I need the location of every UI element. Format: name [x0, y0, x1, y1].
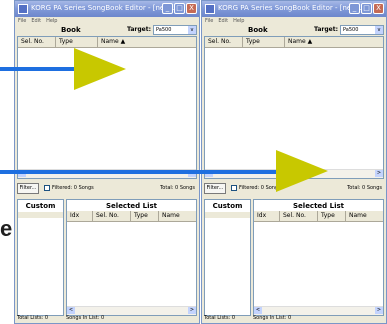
selected-list-title: Selected List	[106, 202, 157, 210]
sort-ascending-icon: ▲	[307, 38, 313, 45]
window-title: KORG PA Series SongBook Editor - [new ..…	[218, 4, 366, 12]
custom-title: Custom	[212, 202, 243, 210]
chevron-down-icon[interactable]: v	[375, 26, 383, 34]
maximize-button[interactable]: □	[174, 3, 185, 14]
filter-button[interactable]: Filter...	[204, 183, 226, 194]
title-bar[interactable]: KORG PA Series SongBook Editor - [new ..…	[15, 1, 199, 17]
total-label: Total: 0 Songs	[160, 185, 195, 191]
column-sel-no[interactable]: Sel. No.	[93, 211, 131, 221]
custom-panel[interactable]: Custom	[17, 199, 64, 316]
songs-in-list-label: Songs In List: 0	[66, 315, 105, 321]
column-idx[interactable]: Idx	[67, 211, 93, 221]
target-label: Target:	[127, 26, 151, 33]
scroll-right-icon[interactable]: >	[375, 307, 383, 314]
title-bar[interactable]: KORG PA Series SongBook Editor - [new ..…	[202, 1, 386, 17]
column-type[interactable]: Type	[131, 211, 159, 221]
selected-list-header: Idx Sel. No. Type Name	[254, 211, 383, 222]
column-sel-no[interactable]: Sel. No.	[18, 37, 56, 47]
window-title: KORG PA Series SongBook Editor - [new ..…	[31, 4, 179, 12]
menu-file[interactable]: File	[18, 17, 26, 26]
close-button[interactable]: X	[186, 3, 197, 14]
column-name[interactable]: Name ▲	[285, 37, 383, 47]
column-name-label: Name	[288, 38, 306, 45]
target-value: Pa500	[343, 27, 359, 33]
target-value: Pa500	[156, 27, 172, 33]
horizontal-scrollbar[interactable]: < >	[254, 306, 383, 315]
column-sel-no[interactable]: Sel. No.	[205, 37, 243, 47]
target-label: Target:	[314, 26, 338, 33]
horizontal-scrollbar[interactable]: < >	[67, 306, 196, 315]
filter-row: Filter... Filtered: 0 Songs Total: 0 Son…	[17, 183, 197, 195]
minimize-button[interactable]: _	[162, 3, 173, 14]
maximize-button[interactable]: □	[361, 3, 372, 14]
scroll-right-icon[interactable]: >	[188, 307, 196, 314]
annotation-arrow-head-bottom	[276, 150, 328, 192]
app-icon	[18, 4, 28, 14]
menu-help[interactable]: Help	[233, 17, 244, 26]
total-lists-label: Total Lists: 0	[17, 315, 49, 321]
book-label: Book	[61, 26, 81, 34]
scroll-left-icon[interactable]: <	[67, 307, 75, 314]
column-name-label: Name	[101, 38, 119, 45]
song-grid-header: Sel. No. Type Name ▲	[18, 37, 196, 48]
column-type[interactable]: Type	[318, 211, 346, 221]
annotation-arrow-shaft-top	[0, 67, 78, 71]
status-bar: Total Lists: 0 Songs In List: 0	[204, 315, 384, 322]
filtered-checkbox[interactable]	[231, 185, 237, 191]
custom-header-bar	[205, 212, 250, 218]
scroll-left-icon[interactable]: <	[254, 307, 262, 314]
status-bar: Total Lists: 0 Songs In List: 0	[17, 315, 197, 322]
chevron-down-icon[interactable]: v	[188, 26, 196, 34]
filtered-label: Filtered: 0 Songs	[52, 185, 94, 191]
custom-title: Custom	[25, 202, 56, 210]
songs-in-list-label: Songs In List: 0	[253, 315, 292, 321]
selected-list-title: Selected List	[293, 202, 344, 210]
column-type[interactable]: Type	[243, 37, 285, 47]
menu-edit[interactable]: Edit	[31, 17, 41, 26]
selected-list-panel[interactable]: Selected List Idx Sel. No. Type Name < >	[253, 199, 384, 316]
total-label: Total: 0 Songs	[347, 185, 382, 191]
custom-header-bar	[18, 212, 63, 218]
menu-edit[interactable]: Edit	[218, 17, 228, 26]
book-label: Book	[248, 26, 268, 34]
column-type[interactable]: Type	[56, 37, 98, 47]
side-letter: e	[0, 216, 13, 241]
filter-button[interactable]: Filter...	[17, 183, 39, 194]
app-icon	[205, 4, 215, 14]
sort-ascending-icon: ▲	[120, 38, 126, 45]
total-lists-label: Total Lists: 0	[204, 315, 236, 321]
scroll-right-icon[interactable]: >	[375, 170, 383, 177]
menu-help[interactable]: Help	[46, 17, 57, 26]
column-sel-no[interactable]: Sel. No.	[280, 211, 318, 221]
column-name[interactable]: Name	[159, 211, 196, 221]
column-idx[interactable]: Idx	[254, 211, 280, 221]
close-button[interactable]: X	[373, 3, 384, 14]
target-select[interactable]: Pa500 v	[340, 25, 384, 35]
custom-panel[interactable]: Custom	[204, 199, 251, 316]
column-name[interactable]: Name ▲	[98, 37, 196, 47]
song-grid-header: Sel. No. Type Name ▲	[205, 37, 383, 48]
menu-file[interactable]: File	[205, 17, 213, 26]
target-select[interactable]: Pa500 v	[153, 25, 197, 35]
annotation-arrow-shaft-bottom	[0, 170, 280, 174]
selected-list-panel[interactable]: Selected List Idx Sel. No. Type Name < >	[66, 199, 197, 316]
column-name[interactable]: Name	[346, 211, 383, 221]
annotation-arrow-head-top	[74, 48, 126, 90]
selected-list-header: Idx Sel. No. Type Name	[67, 211, 196, 222]
filtered-label: Filtered: 0 Songs	[239, 185, 281, 191]
filtered-checkbox[interactable]	[44, 185, 50, 191]
minimize-button[interactable]: _	[349, 3, 360, 14]
